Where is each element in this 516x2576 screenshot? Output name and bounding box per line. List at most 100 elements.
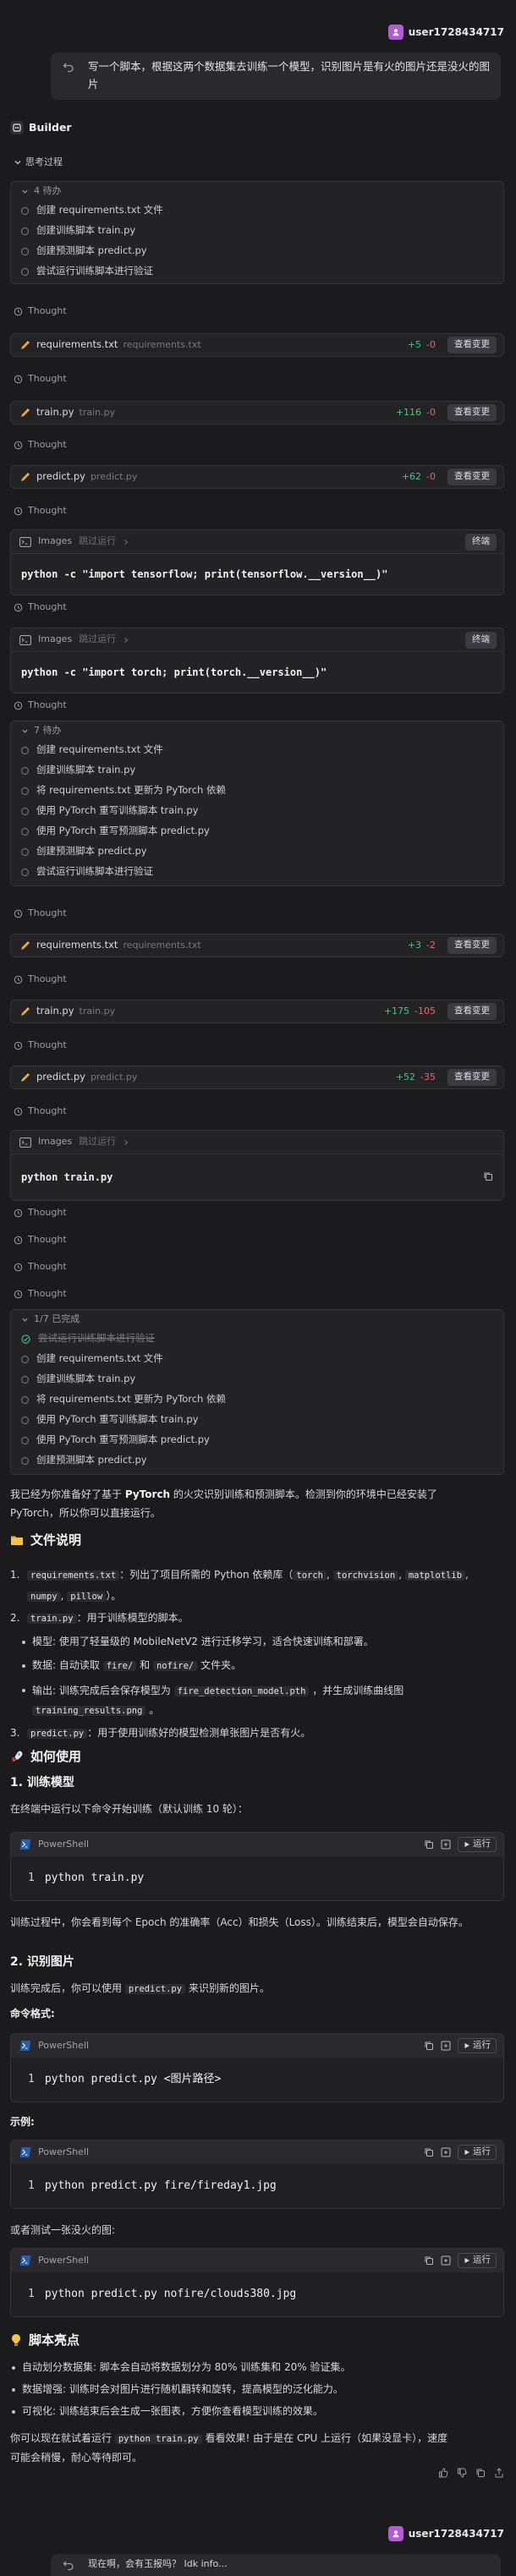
- todo-item: 尝试运行训练脚本进行验证: [11, 261, 503, 282]
- insert-icon[interactable]: [441, 1839, 451, 1850]
- builder-label: Builder: [29, 120, 72, 134]
- file-edit-icon: [21, 1073, 30, 1082]
- review-changes-button[interactable]: 查看变更: [447, 469, 497, 485]
- pending-circle-icon: [21, 766, 29, 775]
- thought-row[interactable]: Thought: [14, 1233, 67, 1247]
- insert-icon[interactable]: [441, 2041, 451, 2051]
- run-button[interactable]: 运行: [458, 2253, 497, 2268]
- copy-icon[interactable]: [424, 1839, 434, 1850]
- copy-icon[interactable]: [424, 2255, 434, 2266]
- run-button[interactable]: 运行: [458, 1837, 497, 1852]
- thought-row[interactable]: Thought: [14, 699, 67, 713]
- clock-icon: [14, 1209, 23, 1217]
- insert-icon[interactable]: [441, 2255, 451, 2266]
- review-changes-button[interactable]: 查看变更: [447, 1069, 497, 1086]
- todo-header[interactable]: 7 待办: [11, 721, 503, 740]
- clock-icon: [14, 1263, 23, 1271]
- todo-card: 1/7 已完成 尝试运行训练脚本进行验证 创建 requirements.txt…: [10, 1309, 504, 1475]
- todo-item: 尝试运行训练脚本进行验证: [11, 862, 503, 882]
- thought-row[interactable]: Thought: [14, 1260, 67, 1274]
- todo-item: 使用 PyTorch 重写训练脚本 train.py: [11, 1410, 503, 1430]
- thought-row[interactable]: Thought: [14, 1206, 67, 1220]
- file-edit-icon: [21, 1007, 30, 1016]
- thought-row[interactable]: Thought: [14, 1287, 67, 1302]
- clock-icon: [14, 1107, 23, 1115]
- copy-icon[interactable]: [424, 2041, 434, 2051]
- terminal-button[interactable]: 终端: [465, 533, 497, 551]
- step-2-text: 训练完成后，你可以使用 predict.py 来识别新的图片。: [10, 1982, 270, 1994]
- highlight-item: 可视化: 训练结束后会生成一张图表，方便你查看模型训练的效果。: [10, 2403, 504, 2419]
- code-line: 1 python train.py: [28, 1872, 145, 1885]
- powershell-block: PowerShell 运行 1 python train.py: [10, 1832, 504, 1901]
- thought-row[interactable]: Thought: [14, 973, 67, 987]
- undo-icon[interactable]: [63, 61, 74, 73]
- thought-row[interactable]: Thought: [14, 1104, 67, 1119]
- file-change-card[interactable]: requirements.txt requirements.txt +3 -2 查…: [10, 934, 504, 957]
- file-change-card[interactable]: predict.py predict.py +62 -0 查看变更: [10, 465, 504, 489]
- thought-row[interactable]: Thought: [14, 907, 67, 921]
- review-changes-button[interactable]: 查看变更: [447, 404, 497, 421]
- run-button[interactable]: 运行: [458, 2145, 497, 2160]
- todo-count: 1/7 已完成: [34, 1313, 80, 1324]
- file-desc-2-bullet: 数据: 自动读取 fire/ 和 nofire/ 文件夹。: [10, 1658, 504, 1674]
- review-changes-button[interactable]: 查看变更: [447, 1003, 497, 1020]
- thumbs-up-icon[interactable]: [438, 2468, 448, 2478]
- file-edit-icon: [21, 473, 30, 481]
- pending-circle-icon: [21, 227, 29, 235]
- copy-icon[interactable]: [475, 2468, 486, 2478]
- files-heading: 文件说明: [10, 1531, 504, 1550]
- todo-item: 将 requirements.txt 更新为 PyTorch 依赖: [11, 781, 503, 801]
- pending-circle-icon: [21, 1355, 29, 1363]
- user-avatar: [387, 2526, 403, 2541]
- thought-row[interactable]: Thought: [14, 1039, 67, 1053]
- thinking-label: 思考过程: [25, 156, 63, 167]
- thumbs-down-icon[interactable]: [457, 2468, 467, 2478]
- undo-icon[interactable]: [63, 2559, 74, 2571]
- review-changes-button[interactable]: 查看变更: [447, 937, 497, 954]
- file-change-card[interactable]: requirements.txt requirements.txt +5 -0 查…: [10, 333, 504, 357]
- insert-icon[interactable]: [441, 2147, 451, 2157]
- chevron-down-icon: [22, 1318, 28, 1322]
- file-edit-icon: [21, 941, 30, 950]
- user-prompt-bubble: 写一个脚本，根据这两个数据集去训练一个模型，识别图片是有火的图片还是没火的图片: [51, 52, 501, 100]
- run-button[interactable]: 运行: [458, 2038, 497, 2053]
- todo-item: 创建 requirements.txt 文件: [11, 200, 503, 221]
- terminal-command: python train.py: [11, 1154, 503, 1200]
- todo-item: 创建训练脚本 train.py: [11, 221, 503, 241]
- pending-circle-icon: [21, 267, 29, 276]
- todo-header[interactable]: 4 待办: [11, 182, 503, 200]
- pending-circle-icon: [21, 827, 29, 836]
- play-icon: [464, 2258, 469, 2263]
- format-label: 命令格式:: [10, 2008, 55, 2020]
- builder-logo-icon: [10, 121, 24, 134]
- file-edit-icon: [21, 408, 30, 417]
- file-change-card[interactable]: train.py train.py +175 -105 查看变更: [10, 1000, 504, 1023]
- thinking-toggle[interactable]: 思考过程: [14, 156, 63, 170]
- highlights-heading: 脚本亮点: [10, 2331, 504, 2350]
- todo-count: 7 待办: [34, 724, 62, 736]
- play-icon: [464, 2150, 469, 2155]
- file-change-card[interactable]: predict.py predict.py +52 -35 查看变更: [10, 1066, 504, 1089]
- chevron-right-icon: [124, 1139, 129, 1145]
- copy-icon[interactable]: [424, 2147, 434, 2157]
- user-header: user1728434717: [15, 2524, 504, 2544]
- review-changes-button[interactable]: 查看变更: [447, 337, 497, 354]
- todo-header[interactable]: 1/7 已完成: [11, 1310, 503, 1329]
- thought-row[interactable]: Thought: [14, 438, 67, 452]
- thought-row[interactable]: Thought: [14, 304, 67, 319]
- powershell-icon: [19, 1839, 31, 1850]
- file-change-card[interactable]: train.py train.py +116 -0 查看变更: [10, 401, 504, 425]
- builder-header: Builder: [10, 120, 72, 135]
- thought-row[interactable]: Thought: [14, 504, 67, 518]
- clock-icon: [14, 307, 23, 315]
- pending-circle-icon: [21, 868, 29, 876]
- example-label: 示例:: [10, 2116, 35, 2128]
- thought-row[interactable]: Thought: [14, 372, 67, 386]
- terminal-button[interactable]: 终端: [465, 631, 497, 649]
- todo-item: 将 requirements.txt 更新为 PyTorch 依赖: [11, 1389, 503, 1410]
- terminal-command: python -c "import torch; print(torch.__v…: [21, 666, 327, 678]
- copy-icon[interactable]: [483, 1171, 493, 1181]
- share-icon[interactable]: [494, 2468, 504, 2478]
- thought-row[interactable]: Thought: [14, 600, 67, 615]
- clock-icon: [14, 1236, 23, 1244]
